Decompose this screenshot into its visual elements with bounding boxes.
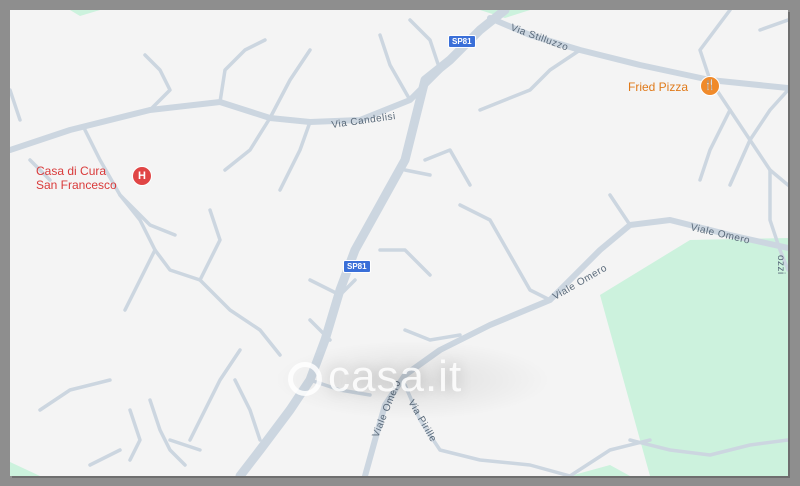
map-frame: Via Stilluzzo Via Candelisi Viale Omero … — [0, 0, 800, 486]
park-area — [600, 238, 788, 476]
restaurant-icon[interactable]: 🍴 — [700, 76, 720, 96]
via-stilluzzo-road — [487, 15, 788, 91]
label-edge-street: ozzi — [775, 255, 786, 275]
hospital-name-line1: Casa di Cura — [36, 164, 107, 178]
watermark-text: casa.it — [328, 352, 463, 401]
sp81-shield-mid: SP81 — [343, 260, 371, 273]
hospital-label[interactable]: Casa di Cura San Francesco — [36, 164, 117, 192]
casa-it-watermark: casa.it — [288, 342, 538, 412]
watermark-logo-icon — [288, 362, 322, 397]
via-candelisi-road — [10, 67, 443, 153]
restaurant-label[interactable]: Fried Pizza — [628, 80, 688, 94]
map-canvas[interactable]: Via Stilluzzo Via Candelisi Viale Omero … — [10, 10, 788, 476]
label-via-candelisi: Via Candelisi — [331, 111, 397, 131]
park-area-bottom — [10, 462, 630, 476]
hospital-name-line2: San Francesco — [36, 178, 117, 192]
label-via-stilluzzo: Via Stilluzzo — [509, 22, 570, 53]
park-area-top — [70, 10, 530, 18]
hospital-icon[interactable]: H — [132, 166, 152, 186]
sp81-shield-top: SP81 — [448, 35, 476, 48]
